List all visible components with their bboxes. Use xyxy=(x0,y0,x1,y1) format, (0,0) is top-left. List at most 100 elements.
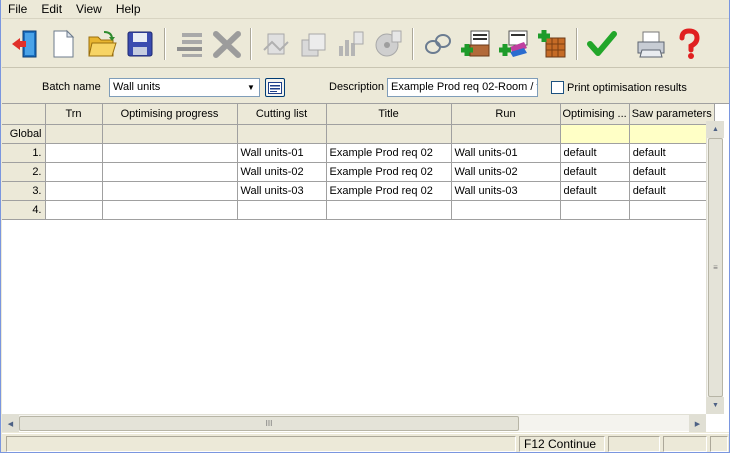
save-button[interactable] xyxy=(122,26,158,62)
cell-run[interactable]: Wall units-03 xyxy=(451,181,561,201)
add-parts-icon xyxy=(461,30,490,57)
cell-saw-parameters[interactable]: default xyxy=(629,181,715,201)
saw-button[interactable] xyxy=(370,26,406,62)
batch-list-button[interactable] xyxy=(265,78,285,97)
column-header-trn[interactable]: Trn xyxy=(45,104,103,125)
global-cell-saw[interactable] xyxy=(629,124,715,144)
cell-cutting-list[interactable] xyxy=(237,200,327,220)
column-header-cutting-list[interactable]: Cutting list xyxy=(237,104,327,125)
cell-progress[interactable] xyxy=(102,143,238,163)
paste-button[interactable] xyxy=(295,26,331,62)
vertical-scrollbar[interactable]: ▲ ≡ ▼ xyxy=(706,121,724,414)
cell-progress[interactable] xyxy=(102,181,238,201)
cell-cutting-list[interactable]: Wall units-01 xyxy=(237,143,327,163)
row-number[interactable]: 3. xyxy=(2,181,46,201)
print-button[interactable] xyxy=(633,26,669,62)
delete-icon xyxy=(213,31,241,58)
open-button[interactable] xyxy=(84,26,120,62)
cell-optimising[interactable]: default xyxy=(560,181,630,201)
vertical-scroll-thumb[interactable]: ≡ xyxy=(708,138,723,397)
add-patterns-button[interactable] xyxy=(496,26,532,62)
toolbar-separator xyxy=(250,28,252,60)
cell-progress[interactable] xyxy=(102,162,238,182)
cell-cutting-list[interactable]: Wall units-02 xyxy=(237,162,327,182)
menu-bar: File Edit View Help xyxy=(2,0,729,19)
scroll-right-icon[interactable]: ▶ xyxy=(689,415,706,432)
report-button[interactable] xyxy=(332,26,368,62)
new-button[interactable] xyxy=(45,26,81,62)
cell-saw-parameters[interactable]: default xyxy=(629,143,715,163)
add-parts-button[interactable] xyxy=(458,26,494,62)
exit-button[interactable] xyxy=(8,26,44,62)
column-header-optimising[interactable]: Optimising ... xyxy=(560,104,630,125)
cell-progress[interactable] xyxy=(102,200,238,220)
table-row: 3. Wall units-03 Example Prod req 02 Wal… xyxy=(2,181,715,201)
toolbar xyxy=(2,20,729,68)
row-number[interactable]: 2. xyxy=(2,162,46,182)
column-header-corner[interactable] xyxy=(2,104,46,125)
resize-grip-icon[interactable] xyxy=(710,436,728,452)
cell-title[interactable]: Example Prod req 02 xyxy=(326,162,452,182)
status-pane-main xyxy=(6,436,516,452)
cell-optimising[interactable] xyxy=(560,200,630,220)
copy-disabled-icon xyxy=(263,33,289,55)
global-cell-optimising[interactable] xyxy=(560,124,630,144)
menu-help[interactable]: Help xyxy=(110,0,149,19)
cell-optimising[interactable]: default xyxy=(560,162,630,182)
cell-title[interactable] xyxy=(326,200,452,220)
grid-header-row: Trn Optimising progress Cutting list Tit… xyxy=(2,104,715,125)
print-results-checkbox[interactable] xyxy=(551,81,564,94)
delete-button[interactable] xyxy=(209,26,245,62)
global-row-header[interactable]: Global xyxy=(2,124,46,144)
cell-run[interactable] xyxy=(451,200,561,220)
check-icon xyxy=(587,31,617,56)
menu-edit[interactable]: Edit xyxy=(35,0,70,19)
cell-trn[interactable] xyxy=(45,143,103,163)
description-field[interactable]: Example Prod req 02-Room / f xyxy=(387,78,538,97)
cell-trn[interactable] xyxy=(45,181,103,201)
copy-button[interactable] xyxy=(258,26,294,62)
global-cell[interactable] xyxy=(326,124,452,144)
cell-title[interactable]: Example Prod req 02 xyxy=(326,143,452,163)
status-pane xyxy=(663,436,707,452)
global-cell[interactable] xyxy=(237,124,327,144)
global-cell[interactable] xyxy=(451,124,561,144)
add-stock-button[interactable] xyxy=(534,26,570,62)
column-header-saw-parameters[interactable]: Saw parameters xyxy=(629,104,715,125)
scroll-left-icon[interactable]: ◀ xyxy=(2,415,19,432)
menu-file[interactable]: File xyxy=(2,0,35,19)
global-cell[interactable] xyxy=(45,124,103,144)
cell-cutting-list[interactable]: Wall units-03 xyxy=(237,181,327,201)
table-row: 2. Wall units-02 Example Prod req 02 Wal… xyxy=(2,162,715,182)
cell-saw-parameters[interactable]: default xyxy=(629,162,715,182)
link-button[interactable] xyxy=(420,26,456,62)
scroll-down-icon[interactable]: ▼ xyxy=(707,397,724,414)
check-button[interactable] xyxy=(584,26,620,62)
help-button[interactable] xyxy=(670,26,706,62)
column-header-progress[interactable]: Optimising progress xyxy=(102,104,238,125)
cell-optimising[interactable]: default xyxy=(560,143,630,163)
cell-run[interactable]: Wall units-01 xyxy=(451,143,561,163)
add-stock-icon xyxy=(538,30,566,58)
global-cell[interactable] xyxy=(102,124,238,144)
exit-icon xyxy=(12,30,37,58)
chevron-down-icon[interactable]: ▼ xyxy=(243,79,259,96)
menu-view[interactable]: View xyxy=(70,0,110,19)
cell-trn[interactable] xyxy=(45,162,103,182)
batch-name-combobox[interactable]: Wall units ▼ xyxy=(109,78,260,97)
row-number[interactable]: 1. xyxy=(2,143,46,163)
horizontal-scroll-thumb[interactable]: III xyxy=(19,416,519,431)
new-document-icon xyxy=(53,29,75,58)
scroll-up-icon[interactable]: ▲ xyxy=(707,121,724,138)
insert-row-button[interactable] xyxy=(172,26,208,62)
list-icon xyxy=(268,81,282,94)
column-header-run[interactable]: Run xyxy=(451,104,561,125)
horizontal-scrollbar[interactable]: ◀ III ▶ xyxy=(2,414,706,432)
row-number[interactable]: 4. xyxy=(2,200,46,220)
paste-disabled-icon xyxy=(301,33,326,57)
cell-saw-parameters[interactable] xyxy=(629,200,715,220)
cell-trn[interactable] xyxy=(45,200,103,220)
cell-title[interactable]: Example Prod req 02 xyxy=(326,181,452,201)
column-header-title[interactable]: Title xyxy=(326,104,452,125)
cell-run[interactable]: Wall units-02 xyxy=(451,162,561,182)
